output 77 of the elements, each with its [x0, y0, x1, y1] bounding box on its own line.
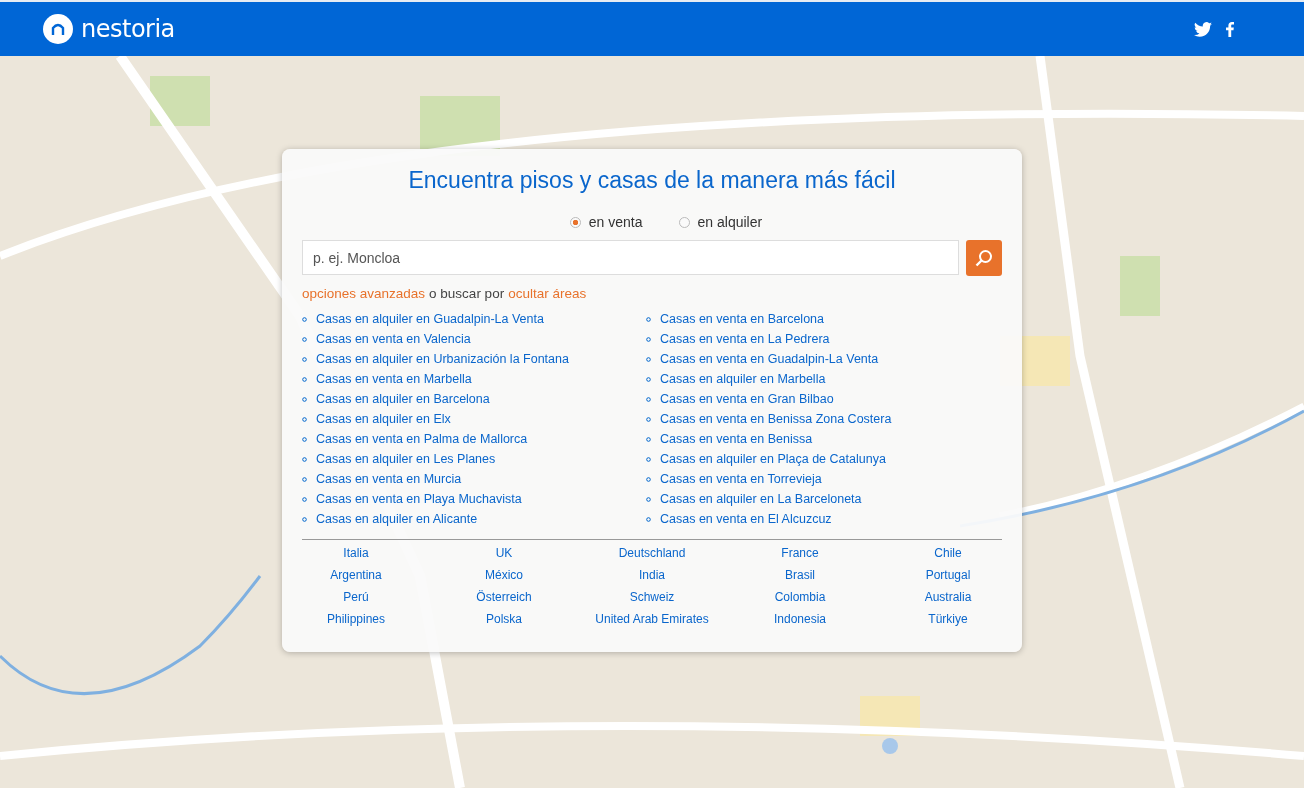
- bullet-icon: [646, 376, 651, 382]
- search-icon: [975, 249, 993, 267]
- country-link[interactable]: Australia: [924, 590, 972, 606]
- facebook-icon[interactable]: [1226, 21, 1234, 37]
- twitter-bird-icon[interactable]: [1194, 21, 1212, 37]
- country-link[interactable]: Schweiz: [629, 590, 675, 606]
- country-link[interactable]: Deutschland: [618, 546, 686, 562]
- connector-text: o buscar por: [429, 286, 505, 301]
- country-link[interactable]: Perú: [343, 590, 369, 606]
- radio-option[interactable]: en alquiler: [678, 214, 763, 230]
- search-link[interactable]: Casas en alquiler en La Barceloneta: [660, 492, 862, 506]
- bullet-icon: [302, 376, 307, 382]
- country-link[interactable]: México: [485, 568, 523, 584]
- bullet-icon: [302, 316, 307, 322]
- bullet-icon: [646, 436, 651, 442]
- country-link[interactable]: Italia: [343, 546, 369, 562]
- search-link[interactable]: Casas en alquiler en Alicante: [316, 512, 478, 526]
- search-link[interactable]: Casas en venta en La Pedrera: [660, 332, 830, 346]
- advanced-options-link[interactable]: opciones avanzadas: [302, 286, 426, 301]
- search-link[interactable]: Casas en venta en Benissa Zona Costera: [660, 412, 892, 426]
- bullet-icon: [302, 496, 307, 502]
- hide-areas-link[interactable]: ocultar áreas: [508, 286, 587, 301]
- country-link[interactable]: Polska: [486, 612, 522, 628]
- country-link[interactable]: UK: [495, 546, 513, 562]
- house-logo-icon: [43, 14, 73, 44]
- country-link[interactable]: Philippines: [326, 612, 385, 628]
- country-link[interactable]: France: [781, 546, 819, 562]
- bullet-icon: [302, 356, 307, 362]
- bullet-icon: [646, 496, 651, 502]
- search-link[interactable]: Casas en alquiler en Marbella: [660, 372, 826, 386]
- bullet-icon: [302, 476, 307, 482]
- bullet-icon: [646, 336, 651, 342]
- search-link[interactable]: Casas en venta en Marbella: [316, 372, 472, 386]
- bullet-icon: [646, 456, 651, 462]
- bullet-icon: [646, 476, 651, 482]
- search-title: Encuentra pisos y casas de la manera más fácil: [408, 167, 896, 194]
- bullet-icon: [646, 396, 651, 402]
- search-link[interactable]: Casas en venta en Gran Bilbao: [660, 392, 834, 406]
- bullet-icon: [646, 356, 651, 362]
- search-link[interactable]: Casas en alquiler en Barcelona: [316, 392, 490, 406]
- search-link[interactable]: Casas en venta en Benissa: [660, 432, 813, 446]
- bullet-icon: [302, 416, 307, 422]
- bullet-icon: [302, 436, 307, 442]
- search-link[interactable]: Casas en venta en Torrevieja: [660, 472, 822, 486]
- country-link[interactable]: Colombia: [774, 590, 826, 606]
- search-link[interactable]: Casas en venta en Palma de Mallorca: [316, 432, 528, 446]
- country-link[interactable]: Indonesia: [773, 612, 826, 628]
- location-input-field[interactable]: p. ej. Moncloa: [302, 240, 959, 275]
- country-link[interactable]: Portugal: [925, 568, 971, 584]
- radio-option[interactable]: en venta: [569, 214, 643, 230]
- search-link[interactable]: Casas en venta en Playa Muchavista: [316, 492, 522, 506]
- logo-text[interactable]: nestoria: [81, 15, 175, 43]
- bullet-icon: [646, 316, 651, 322]
- country-link[interactable]: Österreich: [476, 590, 532, 606]
- search-link[interactable]: Casas en venta en Barcelona: [660, 312, 824, 326]
- country-link[interactable]: India: [639, 568, 665, 584]
- bullet-icon: [302, 396, 307, 402]
- search-link[interactable]: Casas en alquiler en Plaça de Catalunya: [660, 452, 886, 466]
- search-link[interactable]: Casas en venta en Valencia: [316, 332, 471, 346]
- country-link[interactable]: Türkiye: [928, 612, 968, 628]
- search-link[interactable]: Casas en alquiler en Urbanización la Fontana: [316, 352, 569, 366]
- bullet-icon: [646, 516, 651, 522]
- country-link[interactable]: Argentina: [330, 568, 382, 584]
- country-link[interactable]: United Arab Emirates: [595, 612, 709, 628]
- bullet-icon: [646, 416, 651, 422]
- search-link[interactable]: Casas en venta en Guadalpin-La Venta: [660, 352, 879, 366]
- bullet-icon: [302, 336, 307, 342]
- search-link[interactable]: Casas en venta en Murcia: [316, 472, 462, 486]
- search-link[interactable]: Casas en alquiler en Guadalpin-La Venta: [316, 312, 544, 326]
- search-link[interactable]: Casas en venta en El Alcuzcuz: [660, 512, 832, 526]
- bullet-icon: [302, 456, 307, 462]
- country-link[interactable]: Brasil: [785, 568, 815, 584]
- search-button[interactable]: [966, 240, 1002, 276]
- bullet-icon: [302, 516, 307, 522]
- search-link[interactable]: Casas en alquiler en Les Planes: [316, 452, 496, 466]
- search-link[interactable]: Casas en alquiler en Elx: [316, 412, 451, 426]
- country-link[interactable]: Chile: [934, 546, 962, 562]
